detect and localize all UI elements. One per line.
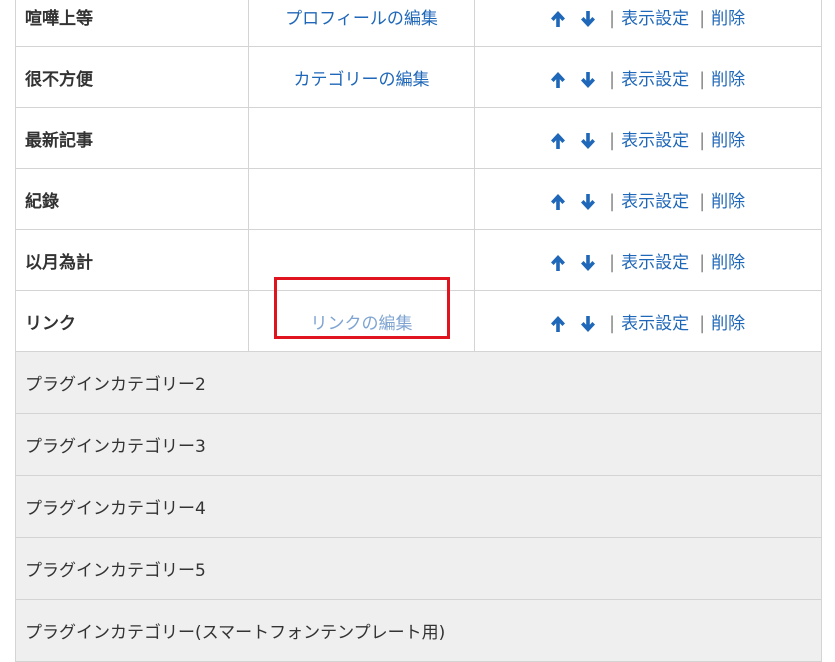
category-title: プラグインカテゴリー3 (15, 413, 822, 476)
category-title: プラグインカテゴリー2 (15, 351, 822, 414)
display-settings-link[interactable]: 表示設定 (621, 70, 689, 90)
plugin-table: 喧嘩上等 プロフィールの編集 | 表示設定 | 削除 很不方便 カテゴリーの編集 | 表… (15, 0, 822, 662)
plugin-actions: | 表示設定 | 削除 (474, 46, 822, 108)
separator: | (699, 68, 706, 90)
separator: | (699, 190, 706, 212)
edit-category-link[interactable]: カテゴリーの編集 (294, 70, 430, 90)
plugin-edit-cell: プロフィールの編集 (248, 0, 475, 47)
display-settings-link[interactable]: 表示設定 (621, 9, 689, 29)
separator: | (609, 129, 616, 151)
move-up-arrow-icon[interactable] (549, 9, 571, 29)
move-down-arrow-icon[interactable] (579, 253, 601, 273)
plugin-actions: | 表示設定 | 削除 (474, 290, 822, 352)
plugin-actions: | 表示設定 | 削除 (474, 107, 822, 169)
edit-profile-link[interactable]: プロフィールの編集 (285, 9, 438, 29)
move-down-arrow-icon[interactable] (579, 192, 601, 212)
plugin-name: リンク (15, 290, 249, 352)
separator: | (609, 251, 616, 273)
category-title: プラグインカテゴリー4 (15, 475, 822, 538)
display-settings-link[interactable]: 表示設定 (621, 131, 689, 151)
plugin-edit-cell (248, 107, 475, 169)
category-title: プラグインカテゴリー(スマートフォンテンプレート用) (15, 599, 822, 662)
move-up-arrow-icon[interactable] (549, 314, 571, 334)
delete-link[interactable]: 削除 (711, 70, 745, 90)
plugin-row: 很不方便 カテゴリーの編集 | 表示設定 | 削除 (15, 46, 822, 108)
plugin-name: 很不方便 (15, 46, 249, 108)
plugin-row: 喧嘩上等 プロフィールの編集 | 表示設定 | 削除 (15, 0, 822, 47)
display-settings-link[interactable]: 表示設定 (621, 314, 689, 334)
move-up-arrow-icon[interactable] (549, 253, 571, 273)
separator: | (609, 190, 616, 212)
plugin-name: 最新記事 (15, 107, 249, 169)
category-row: プラグインカテゴリー2 (15, 351, 822, 414)
move-down-arrow-icon[interactable] (579, 131, 601, 151)
delete-link[interactable]: 削除 (711, 314, 745, 334)
plugin-name: 紀錄 (15, 168, 249, 230)
delete-link[interactable]: 削除 (711, 131, 745, 151)
plugin-actions: | 表示設定 | 削除 (474, 0, 822, 47)
plugin-edit-cell (248, 229, 475, 291)
plugin-edit-cell: カテゴリーの編集 (248, 46, 475, 108)
category-row: プラグインカテゴリー4 (15, 475, 822, 538)
delete-link[interactable]: 削除 (711, 192, 745, 212)
edit-link-list-link[interactable]: リンクの編集 (311, 314, 413, 334)
category-row: プラグインカテゴリー(スマートフォンテンプレート用) (15, 599, 822, 662)
plugin-edit-cell: リンクの編集 (248, 276, 475, 352)
category-row: プラグインカテゴリー3 (15, 413, 822, 476)
display-settings-link[interactable]: 表示設定 (621, 253, 689, 273)
plugin-table-wrapper: 喧嘩上等 プロフィールの編集 | 表示設定 | 削除 很不方便 カテゴリーの編集 | 表… (15, 0, 822, 662)
move-down-arrow-icon[interactable] (579, 9, 601, 29)
plugin-row: 紀錄 | 表示設定 | 削除 (15, 168, 822, 230)
move-down-arrow-icon[interactable] (579, 314, 601, 334)
separator: | (699, 7, 706, 29)
plugin-actions: | 表示設定 | 削除 (474, 229, 822, 291)
category-row: プラグインカテゴリー5 (15, 537, 822, 600)
plugin-name: 以月為計 (15, 229, 249, 291)
plugin-name: 喧嘩上等 (15, 0, 249, 47)
separator: | (699, 312, 706, 334)
separator: | (699, 129, 706, 151)
move-up-arrow-icon[interactable] (549, 70, 571, 90)
plugin-row: 最新記事 | 表示設定 | 削除 (15, 107, 822, 169)
category-title: プラグインカテゴリー5 (15, 537, 822, 600)
highlighted-edit-wrapper: リンクの編集 (273, 276, 450, 339)
separator: | (609, 68, 616, 90)
plugin-edit-cell (248, 168, 475, 230)
plugin-row: 以月為計 | 表示設定 | 削除 (15, 229, 822, 291)
display-settings-link[interactable]: 表示設定 (621, 192, 689, 212)
separator: | (699, 251, 706, 273)
move-up-arrow-icon[interactable] (549, 131, 571, 151)
delete-link[interactable]: 削除 (711, 253, 745, 273)
move-up-arrow-icon[interactable] (549, 192, 571, 212)
move-down-arrow-icon[interactable] (579, 70, 601, 90)
separator: | (609, 7, 616, 29)
delete-link[interactable]: 削除 (711, 9, 745, 29)
separator: | (609, 312, 616, 334)
plugin-actions: | 表示設定 | 削除 (474, 168, 822, 230)
plugin-row: リンク リンクの編集 | 表示設定 | 削除 (15, 276, 822, 352)
